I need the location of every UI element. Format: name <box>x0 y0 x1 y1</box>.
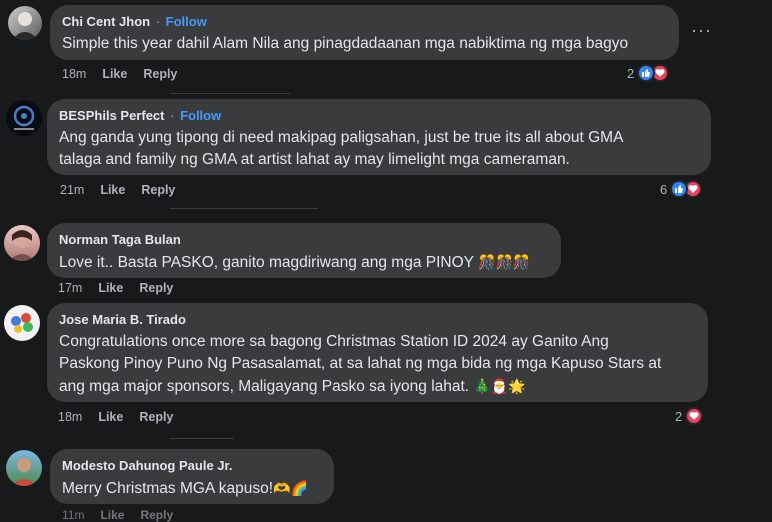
profile-photo-icon <box>9 230 35 261</box>
avatar[interactable] <box>4 305 40 341</box>
profile-photo-icon <box>12 458 36 486</box>
comment-bubble: Chi Cent Jhon · Follow Simple this year … <box>50 5 679 60</box>
follow-button[interactable]: Follow <box>180 108 221 123</box>
comment-actions: 18m Like Reply <box>62 67 193 81</box>
commenter-name[interactable]: Jose Maria B. Tirado <box>59 312 186 327</box>
comment-text-content: ang mga major sponsors, Maligayang Pasko… <box>59 378 470 395</box>
comment-text: Love it.. Basta PASKO, ganito magdiriwan… <box>59 251 549 274</box>
avatar[interactable] <box>8 6 42 40</box>
comment-bubble: Norman Taga Bulan Love it.. Basta PASKO,… <box>47 223 561 278</box>
timestamp[interactable]: 17m <box>58 281 82 295</box>
reactions[interactable]: 6 <box>660 180 703 198</box>
more-options-icon[interactable]: ··· <box>691 20 712 41</box>
like-reaction-icon <box>637 64 656 82</box>
comment-text-content: Merry Christmas MGA kapuso! <box>62 480 274 497</box>
like-reaction-icon <box>670 180 689 198</box>
thread-divider <box>170 208 318 209</box>
comment-text-line: Ang ganda yung tipong di need makipag pa… <box>59 129 624 146</box>
christmas-emoji-icon: 🎄🎅🌟 <box>473 378 526 394</box>
like-button[interactable]: Like <box>100 183 125 197</box>
comment-text-line: Congratulations once more sa bagong Chri… <box>59 333 609 350</box>
commenter-name[interactable]: BESPhils Perfect <box>59 108 165 123</box>
comment-text-content: Love it.. Basta PASKO, ganito magdiriwan… <box>59 254 474 271</box>
follow-button[interactable]: Follow <box>166 14 207 29</box>
celebration-emoji-icon: 🎊🎊🎊 <box>478 254 531 270</box>
reaction-count: 6 <box>660 181 668 197</box>
avatar[interactable] <box>6 100 42 136</box>
reply-button[interactable]: Reply <box>139 410 173 424</box>
timestamp[interactable]: 18m <box>58 410 82 424</box>
comment-bubble: Jose Maria B. Tirado Congratulations onc… <box>47 303 708 402</box>
avatar[interactable] <box>6 450 42 486</box>
thread-divider <box>170 438 234 439</box>
like-button[interactable]: Like <box>100 508 124 522</box>
avatar[interactable] <box>4 225 40 261</box>
commenter-name[interactable]: Norman Taga Bulan <box>59 232 181 247</box>
reaction-count: 2 <box>627 65 635 81</box>
reaction-count: 2 <box>675 408 683 424</box>
timestamp[interactable]: 21m <box>60 183 84 197</box>
reply-button[interactable]: Reply <box>139 281 173 295</box>
thread-divider <box>170 93 290 94</box>
comment-text: Simple this year dahil Alam Nila ang pin… <box>62 35 629 52</box>
reply-button[interactable]: Reply <box>141 183 175 197</box>
comment-text-line-last: ang mga major sponsors, Maligayang Pasko… <box>59 375 696 398</box>
reply-button[interactable]: Reply <box>143 67 177 81</box>
reactions[interactable]: 2 <box>627 64 670 82</box>
profile-photo-icon <box>11 313 33 333</box>
timestamp[interactable]: 18m <box>62 67 86 81</box>
like-button[interactable]: Like <box>98 410 123 424</box>
comment-actions: 17m Like Reply <box>58 281 189 295</box>
commenter-name[interactable]: Modesto Dahunog Paule Jr. <box>62 458 232 473</box>
reactions[interactable]: 2 <box>675 407 704 425</box>
comment-actions: 11m Like Reply <box>62 508 173 522</box>
comment-text: Merry Christmas MGA kapuso!🫶🌈 <box>62 477 322 500</box>
comment-text-line: talaga and family ng GMA at artist lahat… <box>59 151 570 168</box>
comment-actions: 18m Like Reply <box>58 410 189 424</box>
comment-bubble: BESPhils Perfect · Follow Ang ganda yung… <box>47 99 711 175</box>
like-button[interactable]: Like <box>102 67 127 81</box>
heart-hands-emoji-icon: 🫶🌈 <box>273 480 308 496</box>
comment-actions: 21m Like Reply <box>60 183 191 197</box>
like-button[interactable]: Like <box>98 281 123 295</box>
comment-bubble: Modesto Dahunog Paule Jr. Merry Christma… <box>50 449 334 504</box>
besphils-logo-icon <box>13 105 35 130</box>
reply-button[interactable]: Reply <box>140 508 173 522</box>
profile-photo-icon <box>12 12 38 40</box>
timestamp[interactable]: 11m <box>62 508 84 522</box>
love-reaction-icon <box>685 407 704 425</box>
comment-text-line: Paskong Pinoy Puno Ng Pasasalamat, at sa… <box>59 355 662 372</box>
commenter-name[interactable]: Chi Cent Jhon <box>62 14 150 29</box>
